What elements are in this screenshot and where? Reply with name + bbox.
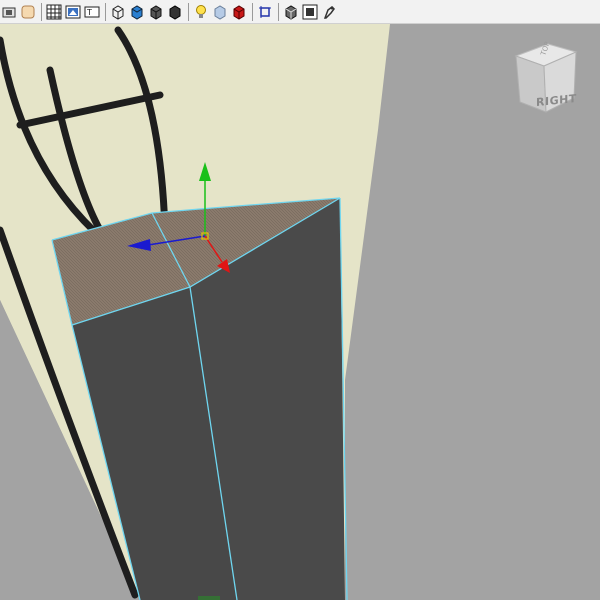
film-gate-icon[interactable] [64, 2, 82, 22]
toolbar-divider [105, 2, 106, 21]
render-icon[interactable] [320, 2, 338, 22]
resolution-gate-icon[interactable]: T [83, 2, 101, 22]
grid-icon[interactable] [45, 2, 63, 22]
xray-icon[interactable] [211, 2, 229, 22]
select-camera-icon[interactable] [0, 2, 18, 22]
light-icon[interactable] [192, 2, 210, 22]
svg-text:T: T [86, 8, 92, 17]
view-cube[interactable]: TOP RIGHT [512, 40, 582, 118]
bounding-box-icon[interactable] [166, 2, 184, 22]
textured-icon[interactable] [230, 2, 248, 22]
viewport-scene [0, 24, 600, 600]
toolbar-divider [188, 2, 189, 21]
3d-viewport[interactable]: TOP RIGHT [0, 24, 600, 600]
xray-joints-icon[interactable] [282, 2, 300, 22]
grid-marker [198, 596, 220, 600]
smooth-shade-icon[interactable] [128, 2, 146, 22]
wireframe-icon[interactable] [109, 2, 127, 22]
isolate-select-icon[interactable] [256, 2, 274, 22]
toolbar-divider [278, 2, 279, 21]
flat-shade-icon[interactable] [147, 2, 165, 22]
frame-all-icon[interactable] [301, 2, 319, 22]
toolbar-divider [252, 2, 253, 21]
panel-toolbar: T [0, 0, 600, 24]
toolbar-divider [41, 2, 42, 21]
image-plane-icon[interactable] [19, 2, 37, 22]
